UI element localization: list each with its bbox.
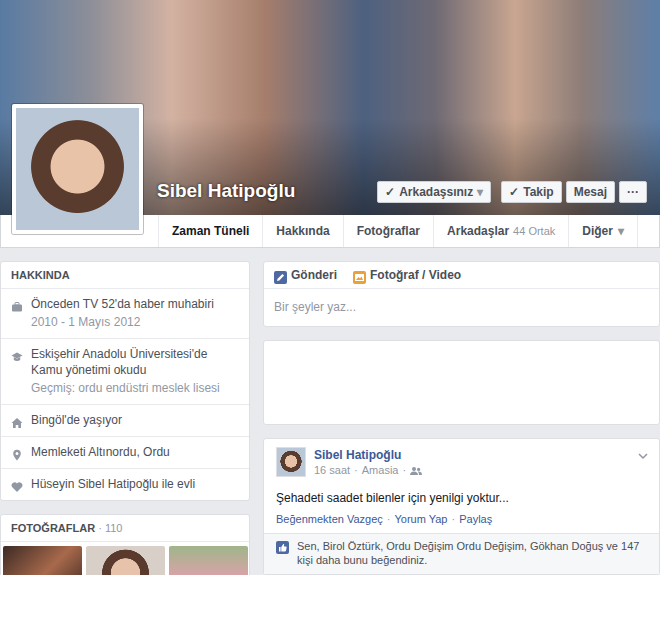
about-item: Eskişehir Anadolu Üniversitesi'de Kamu y… [1,339,249,405]
button-label: ··· [627,182,639,202]
about-item-text: Bingöl'de yaşıyor [31,412,239,428]
post-header: Sibel Hatipoğlu16 saat·Amasia· [264,439,659,478]
post-place[interactable]: Amasia [362,463,399,478]
right-column: Gönderi Fotoğraf / Video Sibel Hatipoğlu16… [263,261,660,575]
post-card: Sibel Hatipoğlu16 saat·Amasia·Şehadeti s… [263,438,660,575]
post-time[interactable]: 16 saat [314,463,350,478]
photos-grid [1,542,249,575]
composer-tab[interactable]: Fotoğraf / Video [353,267,461,283]
profile-tab[interactable]: Diğer▾ [569,215,638,247]
composer-tabs: Gönderi Fotoğraf / Video [264,262,659,289]
profile-header: Sibel Hatipoğlu✓Arkadaşsınız▾✓TakipMesaj… [0,0,660,248]
house-icon [11,414,23,426]
map-pin-icon [11,446,23,458]
tab-label: Diğer [582,215,613,247]
composer-tab-label: Fotoğraf / Video [370,267,461,283]
composer-card: Gönderi Fotoğraf / Video [263,261,660,327]
profile-action-button[interactable]: Mesaj [566,181,615,203]
profile-tab[interactable]: Fotoğraflar [344,215,434,247]
friends-icon [410,463,422,478]
action-sep: · [452,512,456,527]
tab-label: Fotoğraflar [357,215,420,247]
tab-label: Zaman Tüneli [172,215,249,247]
likes-text[interactable]: Sen, Birol Öztürk, Ordu Değişim Ordu Değ… [297,539,647,568]
about-item-label[interactable]: Eskişehir Anadolu Üniversitesi'de Kamu y… [31,346,239,378]
about-item: Hüseyin Sibel Hatipoğlu ile evli [1,469,249,500]
about-item-text: Memleketi Altınordu, Ordu [31,444,239,460]
profile-picture[interactable] [12,104,143,234]
tab-count: 44 Ortak [513,215,555,247]
about-item-label[interactable]: Hüseyin Sibel Hatipoğlu ile evli [31,476,239,492]
photos-title[interactable]: FOTOĞRAFLAR · 110 [1,515,249,542]
about-item-text: Eskişehir Anadolu Üniversitesi'de Kamu y… [31,346,239,396]
profile-actions: ✓Arkadaşsınız▾✓TakipMesaj··· [377,181,647,203]
about-item-sub: 2010 - 1 Mayıs 2012 [31,314,239,330]
meta-sep: · [354,463,358,478]
button-label: Mesaj [574,182,607,202]
about-item-label[interactable]: Memleketi Altınordu, Ordu [31,444,239,460]
photos-card: FOTOĞRAFLAR · 110 [0,514,250,575]
tab-label: Hakkında [276,215,329,247]
column-gap [250,261,263,575]
thumbs-up-icon [276,540,289,553]
photos-count: 110 [105,522,123,534]
composer-tab-label: Gönderi [291,267,337,283]
content-area: HAKKINDA Önceden TV 52'da haber muhabiri 2… [0,248,660,575]
about-item: Önceden TV 52'da haber muhabiri 2010 - 1 … [1,289,249,339]
about-item: Memleketi Altınordu, Ordu [1,437,249,469]
caret-icon: ▾ [618,215,624,247]
about-item-sub: Geçmiş: ordu endüstri meslek lisesi [31,380,239,396]
profile-action-button[interactable]: ··· [619,181,647,203]
about-item-label[interactable]: Bingöl'de yaşıyor [31,412,239,428]
profile-tab[interactable]: Zaman Tüneli [158,215,263,247]
status-input[interactable] [264,289,659,326]
photo-thumbnail[interactable] [169,546,248,575]
likes-summary: Sen, Birol Öztürk, Ordu Değişim Ordu Değ… [264,533,659,574]
photo-thumbnail[interactable] [3,546,82,575]
profile-tab[interactable]: Arkadaşlar44 Ortak [434,215,569,247]
photo-thumbnail[interactable] [86,546,165,575]
about-card: HAKKINDA Önceden TV 52'da haber muhabiri 2… [0,261,250,501]
left-column: HAKKINDA Önceden TV 52'da haber muhabiri 2… [0,261,250,575]
caret-icon: ▾ [477,182,483,202]
meta-sep: · [402,463,406,478]
photo-icon [353,269,366,282]
briefcase-icon [11,298,23,310]
button-label: Takip [523,182,553,202]
profile-action-button[interactable]: ✓Takip [501,181,561,203]
post-actions: Beğenmekten Vazgeç·Yorum Yap·Paylaş [264,510,659,533]
post-author[interactable]: Sibel Hatipoğlu [314,447,422,463]
check-icon: ✓ [509,182,519,202]
button-label: Arkadaşsınız [399,182,473,202]
composer-tab[interactable]: Gönderi [274,267,337,283]
profile-tab[interactable]: Hakkında [263,215,343,247]
chevron-down-icon [637,447,649,459]
tab-label: Arkadaşlar [447,215,509,247]
profile-action-button[interactable]: ✓Arkadaşsınız▾ [377,181,491,203]
action-sep: · [387,512,391,527]
profile-name[interactable]: Sibel Hatipoğlu [157,178,377,203]
heart-icon [11,478,23,490]
photos-sep: · [98,522,102,534]
photos-label: FOTOĞRAFLAR [11,522,95,534]
about-item-text: Önceden TV 52'da haber muhabiri 2010 - 1 … [31,296,239,330]
post-action[interactable]: Beğenmekten Vazgeç [276,512,383,527]
author-avatar[interactable] [276,447,306,477]
graduation-cap-icon [11,348,23,360]
pencil-icon [274,269,287,282]
post-header-text: Sibel Hatipoğlu16 saat·Amasia· [314,447,422,478]
post-action[interactable]: Paylaş [459,512,492,527]
loading-card [263,340,660,425]
check-icon: ✓ [385,182,395,202]
post-action[interactable]: Yorum Yap [394,512,447,527]
post-text: Şehadeti saadet bilenler için yenilgi yo… [264,478,659,510]
about-item-text: Hüseyin Sibel Hatipoğlu ile evli [31,476,239,492]
about-title: HAKKINDA [1,262,249,289]
about-item-label[interactable]: Önceden TV 52'da haber muhabiri [31,296,239,312]
post-meta: 16 saat·Amasia· [314,463,422,478]
about-item: Bingöl'de yaşıyor [1,405,249,437]
